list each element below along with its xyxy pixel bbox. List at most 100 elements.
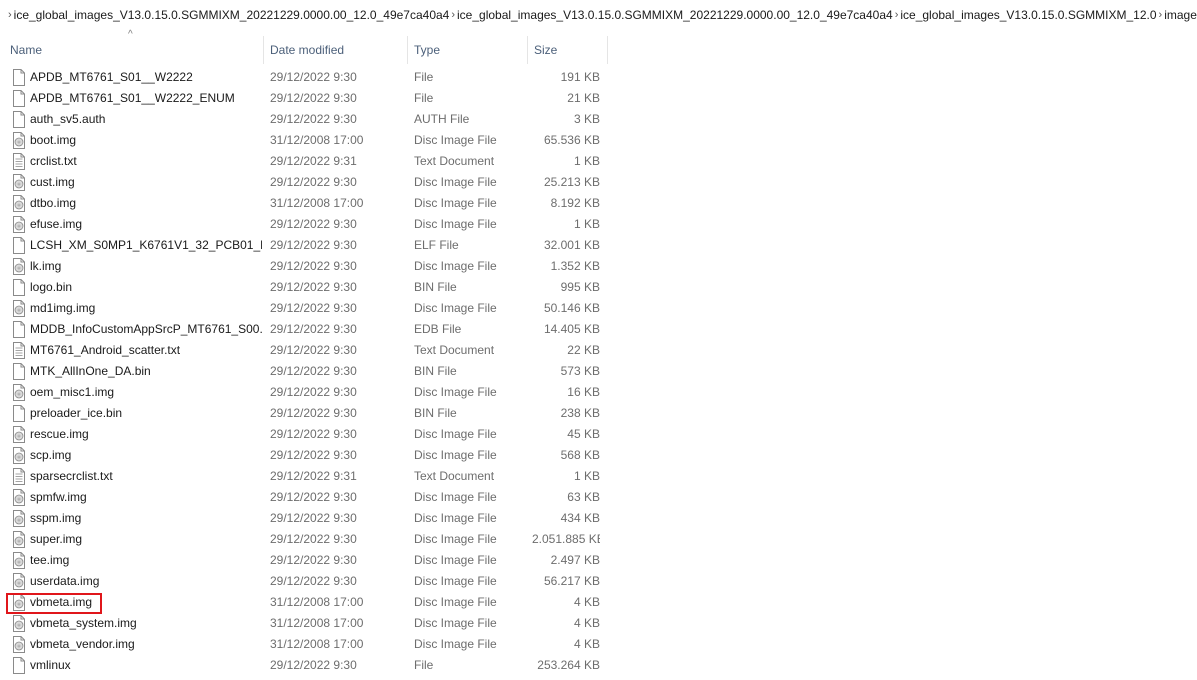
- file-size: 14.405 KB: [543, 322, 600, 336]
- file-name: lk.img: [30, 259, 62, 273]
- file-row[interactable]: dtbo.img 31/12/2008 17:00 Disc Image File 8…: [0, 193, 620, 214]
- file-row[interactable]: auth_sv5.auth 29/12/2022 9:30 AUTH File 3 K…: [0, 109, 620, 130]
- file-date-modified: 29/12/2022 9:30: [270, 532, 357, 546]
- file-row[interactable]: MTK_AllInOne_DA.bin 29/12/2022 9:30 BIN Fi…: [0, 361, 620, 382]
- file-name: efuse.img: [30, 217, 83, 231]
- disc-image-icon: [12, 636, 26, 653]
- file-row[interactable]: LCSH_XM_S0MP1_K6761V1_32_PCB01_M... 29/12…: [0, 235, 620, 256]
- file-row[interactable]: spmfw.img 29/12/2022 9:30 Disc Image File 6…: [0, 487, 620, 508]
- disc-image-icon: [12, 489, 26, 506]
- file-date-modified: 29/12/2022 9:30: [270, 553, 357, 567]
- file-name: APDB_MT6761_S01__W2222_ENUM: [30, 91, 235, 105]
- file-size: 45 KB: [567, 427, 600, 441]
- file-row[interactable]: tee.img 29/12/2022 9:30 Disc Image File 2.4…: [0, 550, 620, 571]
- file-date-modified: 29/12/2022 9:30: [270, 385, 357, 399]
- file-row[interactable]: crclist.txt 29/12/2022 9:31 Text Document 1…: [0, 151, 620, 172]
- file-name: tee.img: [30, 553, 70, 567]
- column-header-type[interactable]: Type: [408, 36, 528, 64]
- file-row[interactable]: md1img.img 29/12/2022 9:30 Disc Image File…: [0, 298, 620, 319]
- column-header-date[interactable]: Date modified: [264, 36, 408, 64]
- generic-file-icon: [12, 111, 26, 128]
- file-row[interactable]: efuse.img 29/12/2022 9:30 Disc Image File 1…: [0, 214, 620, 235]
- file-row[interactable]: vmlinux 29/12/2022 9:30 File 253.264 KB: [0, 655, 620, 676]
- breadcrumb-segment[interactable]: images: [1162, 8, 1197, 22]
- file-name: MDDB_InfoCustomAppSrcP_MT6761_S00...: [30, 322, 262, 336]
- file-name: MT6761_Android_scatter.txt: [30, 343, 181, 357]
- file-date-modified: 29/12/2022 9:31: [270, 154, 357, 168]
- file-date-modified: 29/12/2022 9:30: [270, 574, 357, 588]
- file-type: BIN File: [414, 280, 457, 294]
- file-size: 238 KB: [560, 406, 600, 420]
- file-row[interactable]: sparsecrclist.txt 29/12/2022 9:31 Text Doc…: [0, 466, 620, 487]
- file-name: rescue.img: [30, 427, 89, 441]
- file-type: Disc Image File: [414, 259, 497, 273]
- file-size: 65.536 KB: [543, 133, 600, 147]
- file-size: 3 KB: [573, 112, 600, 126]
- file-row[interactable]: rescue.img 29/12/2022 9:30 Disc Image File…: [0, 424, 620, 445]
- file-date-modified: 29/12/2022 9:30: [270, 448, 357, 462]
- file-row[interactable]: MDDB_InfoCustomAppSrcP_MT6761_S00... 29/1…: [0, 319, 620, 340]
- file-row[interactable]: lk.img 29/12/2022 9:30 Disc Image File 1.35…: [0, 256, 620, 277]
- file-name: md1img.img: [30, 301, 96, 315]
- file-row[interactable]: logo.bin 29/12/2022 9:30 BIN File 995 KB: [0, 277, 620, 298]
- file-type: Disc Image File: [414, 490, 497, 504]
- breadcrumb-segment[interactable]: ice_global_images_V13.0.15.0.SGMMIXM_12.…: [898, 8, 1158, 22]
- file-type: EDB File: [414, 322, 462, 336]
- file-row[interactable]: userdata.img 29/12/2022 9:30 Disc Image Fi…: [0, 571, 620, 592]
- file-name: sparsecrclist.txt: [30, 469, 113, 483]
- file-date-modified: 29/12/2022 9:30: [270, 259, 357, 273]
- column-header-name[interactable]: Name: [0, 36, 264, 64]
- file-row[interactable]: oem_misc1.img 29/12/2022 9:30 Disc Image F…: [0, 382, 620, 403]
- disc-image-icon: [12, 573, 26, 590]
- file-size: 568 KB: [560, 448, 600, 462]
- file-date-modified: 29/12/2022 9:30: [270, 91, 357, 105]
- file-size: 21 KB: [567, 91, 600, 105]
- breadcrumb-segment[interactable]: ice_global_images_V13.0.15.0.SGMMIXM_202…: [12, 8, 452, 22]
- file-name: sspm.img: [30, 511, 82, 525]
- file-row[interactable]: super.img 29/12/2022 9:30 Disc Image File 2…: [0, 529, 620, 550]
- file-row[interactable]: preloader_ice.bin 29/12/2022 9:30 BIN File…: [0, 403, 620, 424]
- file-row[interactable]: MT6761_Android_scatter.txt 29/12/2022 9:3…: [0, 340, 620, 361]
- file-row[interactable]: boot.img 31/12/2008 17:00 Disc Image File 6…: [0, 130, 620, 151]
- file-list: APDB_MT6761_S01__W2222 29/12/2022 9:30 Fil…: [0, 67, 620, 676]
- breadcrumb-segment[interactable]: ice_global_images_V13.0.15.0.SGMMIXM_202…: [455, 8, 895, 22]
- file-size: 4 KB: [573, 637, 600, 651]
- generic-file-icon: [12, 90, 26, 107]
- disc-image-icon: [12, 447, 26, 464]
- column-header-size-label: Size: [534, 43, 558, 57]
- file-type: BIN File: [414, 364, 457, 378]
- file-date-modified: 29/12/2022 9:30: [270, 364, 357, 378]
- file-size: 63 KB: [567, 490, 600, 504]
- file-date-modified: 29/12/2022 9:30: [270, 490, 357, 504]
- file-type: Disc Image File: [414, 532, 497, 546]
- file-size: 1 KB: [573, 469, 600, 483]
- disc-image-icon: [12, 258, 26, 275]
- file-size: 1 KB: [573, 154, 600, 168]
- file-row[interactable]: scp.img 29/12/2022 9:30 Disc Image File 568…: [0, 445, 620, 466]
- file-size: 50.146 KB: [543, 301, 600, 315]
- file-size: 25.213 KB: [543, 175, 600, 189]
- file-type: BIN File: [414, 406, 457, 420]
- column-header-size[interactable]: Size: [528, 36, 608, 64]
- file-name: crclist.txt: [30, 154, 77, 168]
- file-name: APDB_MT6761_S01__W2222: [30, 70, 193, 84]
- file-row[interactable]: vbmeta_system.img 31/12/2008 17:00 Disc Im…: [0, 613, 620, 634]
- file-size: 995 KB: [560, 280, 600, 294]
- file-size: 573 KB: [560, 364, 600, 378]
- file-type: Disc Image File: [414, 637, 497, 651]
- file-row[interactable]: vbmeta_vendor.img 31/12/2008 17:00 Disc Im…: [0, 634, 620, 655]
- file-size: 32.001 KB: [543, 238, 600, 252]
- file-size: 16 KB: [567, 385, 600, 399]
- text-document-icon: [12, 342, 26, 359]
- file-row[interactable]: APDB_MT6761_S01__W2222_ENUM 29/12/2022 9:…: [0, 88, 620, 109]
- generic-file-icon: [12, 237, 26, 254]
- file-date-modified: 31/12/2008 17:00: [270, 196, 364, 210]
- file-type: Disc Image File: [414, 616, 497, 630]
- file-row[interactable]: cust.img 29/12/2022 9:30 Disc Image File 25…: [0, 172, 620, 193]
- file-name: preloader_ice.bin: [30, 406, 123, 420]
- file-size: 191 KB: [560, 70, 600, 84]
- file-type: Disc Image File: [414, 427, 497, 441]
- file-row[interactable]: APDB_MT6761_S01__W2222 29/12/2022 9:30 Fil…: [0, 67, 620, 88]
- file-row[interactable]: sspm.img 29/12/2022 9:30 Disc Image File 43…: [0, 508, 620, 529]
- file-size: 1.352 KB: [550, 259, 600, 273]
